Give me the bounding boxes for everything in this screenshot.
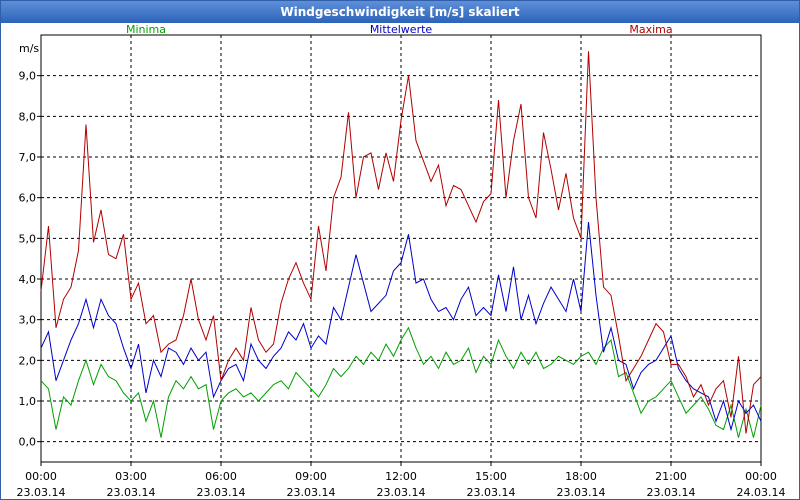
x-tick-date: 23.03.14: [17, 486, 66, 499]
x-tick-date: 24.03.14: [737, 486, 786, 499]
y-tick-label: 7,0: [19, 151, 37, 164]
x-tick-date: 23.03.14: [287, 486, 336, 499]
x-tick-time: 09:00: [295, 470, 327, 483]
y-tick-label: 0,0: [19, 436, 37, 449]
y-axis: 0,0 1,0 2,0 3,0 4,0 5,0 6,0 7,0 8,0 9,0: [19, 70, 41, 449]
x-tick-date: 23.03.14: [557, 486, 606, 499]
x-tick-date: 23.03.14: [647, 486, 696, 499]
legend: Minima Mittelwerte Maxima: [126, 23, 673, 36]
x-tick-date: 23.03.14: [197, 486, 246, 499]
x-tick-date: 23.03.14: [377, 486, 426, 499]
legend-maxima: Maxima: [629, 23, 672, 36]
legend-minima: Minima: [126, 23, 166, 36]
y-tick-label: 2,0: [19, 354, 37, 367]
y-tick-label: 5,0: [19, 232, 37, 245]
x-tick-time: 21:00: [655, 470, 687, 483]
window-title: Windgeschwindigkeit [m/s] skaliert: [1, 1, 799, 23]
x-tick-time: 00:00: [25, 470, 57, 483]
line-chart: 0,0 1,0 2,0 3,0 4,0 5,0 6,0 7,0 8,0 9,0 00:00 23.0…: [17, 23, 786, 499]
x-tick-time: 18:00: [565, 470, 597, 483]
chart-window: Windgeschwindigkeit [m/s] skaliert 0,0 1,…: [0, 0, 800, 500]
y-tick-label: 8,0: [19, 110, 37, 123]
x-tick-time: 00:00: [745, 470, 777, 483]
x-tick-date: 23.03.14: [107, 486, 156, 499]
y-tick-label: 9,0: [19, 70, 37, 83]
x-tick-time: 03:00: [115, 470, 147, 483]
x-axis: 00:00 23.03.14 03:00 23.03.14 06:00 23.03.14 0…: [17, 462, 786, 499]
x-tick-time: 06:00: [205, 470, 237, 483]
y-axis-label: m/s: [19, 42, 39, 55]
x-tick-time: 15:00: [475, 470, 507, 483]
x-tick-date: 23.03.14: [467, 486, 516, 499]
y-tick-label: 6,0: [19, 192, 37, 205]
y-tick-label: 1,0: [19, 395, 37, 408]
legend-mittelwerte: Mittelwerte: [370, 23, 433, 36]
y-tick-label: 3,0: [19, 314, 37, 327]
y-tick-label: 4,0: [19, 273, 37, 286]
x-tick-time: 12:00: [385, 470, 417, 483]
